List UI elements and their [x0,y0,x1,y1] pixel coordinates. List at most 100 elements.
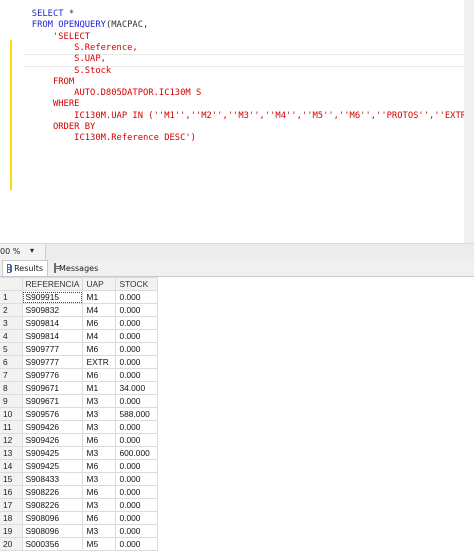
row-number[interactable]: 1 [0,290,23,304]
cell-referencia[interactable]: S909814 [22,329,84,343]
cell-referencia[interactable]: S908226 [22,498,84,512]
table-row[interactable]: 3 S909814 M6 0.000 [0,316,159,330]
zoom-dropdown-icon[interactable]: ▾ [30,246,34,255]
table-row[interactable]: 14 S909425 M6 0.000 [0,459,159,473]
cell-stock[interactable]: 0.000 [115,524,159,538]
cell-uap[interactable]: M4 [82,329,117,343]
row-number[interactable]: 12 [0,433,23,447]
cell-stock[interactable]: 600.000 [115,446,159,460]
cell-referencia[interactable]: S909776 [22,368,84,382]
cell-uap[interactable]: M3 [82,498,117,512]
code-line[interactable]: 'SELECT [0,32,90,43]
code-line[interactable]: S.Reference, [0,43,138,54]
cell-referencia[interactable]: S909671 [22,381,84,395]
column-header-referencia[interactable]: REFERENCIA [22,277,84,291]
code-line[interactable]: SELECT * [0,9,74,20]
tab-results[interactable]: Results [2,260,48,276]
row-number[interactable]: 8 [0,381,23,395]
code-line[interactable]: S.Stock [0,66,111,77]
code-line[interactable]: FROM OPENQUERY(MACPAC, [0,20,149,31]
cell-uap[interactable]: M6 [82,459,117,473]
cell-uap[interactable]: M4 [82,303,117,317]
table-row[interactable]: 7 S909776 M6 0.000 [0,368,159,382]
table-row[interactable]: 19 S908096 M3 0.000 [0,524,159,538]
code-line[interactable]: IC130M.Reference DESC') [0,133,196,144]
table-row[interactable]: 16 S908226 M6 0.000 [0,485,159,499]
table-row[interactable]: 8 S909671 M1 34.000 [0,381,159,395]
zoom-level[interactable]: 00 % [0,247,20,256]
table-row[interactable]: 15 S908433 M3 0.000 [0,472,159,486]
cell-referencia[interactable]: S909426 [22,433,84,447]
table-row[interactable]: 2 S909832 M4 0.000 [0,303,159,317]
cell-uap[interactable]: M3 [82,407,117,421]
row-number[interactable]: 2 [0,303,23,317]
cell-uap[interactable]: M6 [82,485,117,499]
cell-uap[interactable]: M5 [82,537,117,551]
cell-stock[interactable]: 0.000 [115,329,159,343]
splitter-bar[interactable] [45,244,474,260]
cell-referencia[interactable]: S909671 [22,394,84,408]
row-number[interactable]: 3 [0,316,23,330]
cell-uap[interactable]: M1 [82,290,117,304]
cell-stock[interactable]: 0.000 [115,342,159,356]
cell-uap[interactable]: M6 [82,511,117,525]
table-row[interactable]: 4 S909814 M4 0.000 [0,329,159,343]
cell-referencia[interactable]: S909777 [22,355,84,369]
row-number[interactable]: 13 [0,446,23,460]
cell-referencia[interactable]: S908226 [22,485,84,499]
code-line[interactable]: IC130M.UAP IN (''M1'',''M2'',''M3'',''M4… [0,111,474,122]
code-line[interactable]: ORDER BY [0,122,95,133]
table-row[interactable]: 18 S908096 M6 0.000 [0,511,159,525]
cell-uap[interactable]: M3 [82,446,117,460]
row-number[interactable]: 18 [0,511,23,525]
row-number[interactable]: 20 [0,537,23,551]
row-number[interactable]: 5 [0,342,23,356]
cell-stock[interactable]: 0.000 [115,420,159,434]
code-line[interactable]: FROM [0,77,74,88]
table-row[interactable]: 17 S908226 M3 0.000 [0,498,159,512]
table-row[interactable]: 11 S909426 M3 0.000 [0,420,159,434]
row-number[interactable]: 11 [0,420,23,434]
cell-uap[interactable]: M6 [82,433,117,447]
cell-referencia[interactable]: S908096 [22,511,84,525]
table-row[interactable]: 20 S000356 M5 0.000 [0,537,159,551]
table-row[interactable]: 6 S909777 EXTR 0.000 [0,355,159,369]
editor-scrollbar[interactable] [464,0,474,243]
row-number[interactable]: 19 [0,524,23,538]
row-number[interactable]: 15 [0,472,23,486]
cell-uap[interactable]: M3 [82,472,117,486]
tab-messages[interactable]: Messages [50,261,102,275]
cell-referencia[interactable]: S000356 [22,537,84,551]
cell-stock[interactable]: 0.000 [115,459,159,473]
cell-stock[interactable]: 0.000 [115,394,159,408]
cell-stock[interactable]: 0.000 [115,303,159,317]
cell-uap[interactable]: EXTR [82,355,117,369]
row-number[interactable]: 17 [0,498,23,512]
row-number[interactable]: 16 [0,485,23,499]
row-number[interactable]: 4 [0,329,23,343]
cell-stock[interactable]: 0.000 [115,368,159,382]
cell-stock[interactable]: 0.000 [115,290,159,304]
cell-uap[interactable]: M3 [82,420,117,434]
results-grid[interactable]: REFERENCIA UAP STOCK 1 S909915 M1 0.000 2 S90… [0,277,474,551]
cell-referencia[interactable]: S909915 [22,290,84,304]
cell-stock[interactable]: 0.000 [115,537,159,551]
cell-referencia[interactable]: S909576 [22,407,84,421]
row-number[interactable]: 14 [0,459,23,473]
column-header-uap[interactable]: UAP [82,277,117,291]
code-line[interactable]: AUTO.D805DATPOR.IC130M S [0,88,201,99]
cell-uap[interactable]: M6 [82,342,117,356]
cell-referencia[interactable]: S909426 [22,420,84,434]
cell-stock[interactable]: 0.000 [115,511,159,525]
table-row[interactable]: 12 S909426 M6 0.000 [0,433,159,447]
cell-stock[interactable]: 0.000 [115,355,159,369]
code-line[interactable]: WHERE [0,99,79,110]
table-row[interactable]: 1 S909915 M1 0.000 [0,290,159,304]
row-number[interactable]: 6 [0,355,23,369]
cell-stock[interactable]: 0.000 [115,433,159,447]
cell-referencia[interactable]: S909832 [22,303,84,317]
table-row[interactable]: 5 S909777 M6 0.000 [0,342,159,356]
cell-stock[interactable]: 34.000 [115,381,159,395]
cell-stock[interactable]: 0.000 [115,472,159,486]
cell-stock[interactable]: 0.000 [115,498,159,512]
